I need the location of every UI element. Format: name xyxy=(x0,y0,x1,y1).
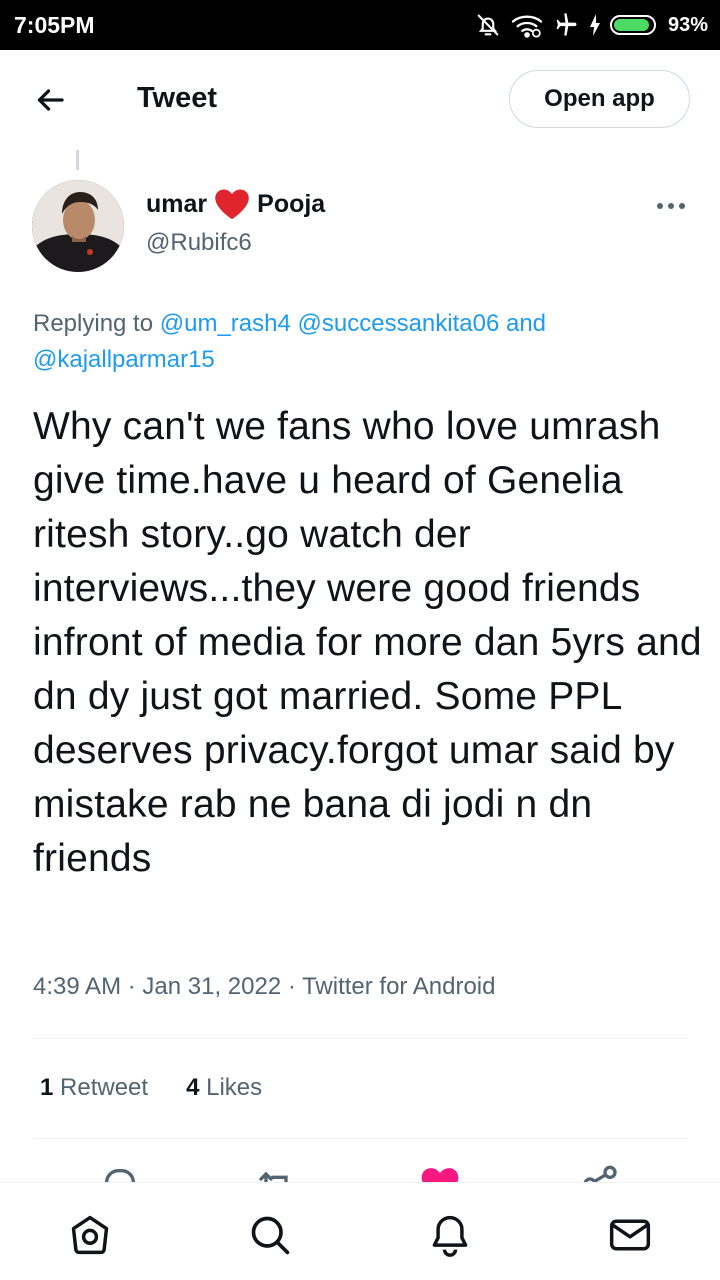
author-name-second: Pooja xyxy=(257,189,326,218)
likes-label: Likes xyxy=(206,1074,263,1101)
tweet-actions xyxy=(0,1164,720,1182)
search-icon[interactable] xyxy=(248,1213,292,1257)
notifications-icon[interactable] xyxy=(428,1213,472,1257)
charging-icon xyxy=(589,14,600,36)
page-title: Tweet xyxy=(137,82,218,114)
author-name[interactable]: umar Pooja xyxy=(146,188,325,220)
retweets-count: 1 xyxy=(40,1074,54,1101)
tweet-meta[interactable]: 4:39 AM · Jan 31, 2022 · Twitter for And… xyxy=(33,973,495,1001)
wifi-icon xyxy=(511,15,543,38)
battery-icon xyxy=(609,15,656,35)
divider xyxy=(33,1138,688,1139)
status-bar: 7:05PM 93% xyxy=(0,0,720,50)
author-handle[interactable]: @Rubifc6 xyxy=(146,229,252,257)
retweets-label: Retweet xyxy=(60,1074,149,1101)
back-arrow-icon[interactable] xyxy=(32,82,68,118)
share-icon[interactable] xyxy=(580,1164,620,1182)
battery-fill xyxy=(613,19,650,31)
battery-percent: 93% xyxy=(667,13,708,36)
messages-icon[interactable] xyxy=(608,1213,652,1257)
likes-stat[interactable]: 4 Likes xyxy=(186,1074,262,1102)
status-time: 7:05PM xyxy=(14,12,95,38)
replying-prefix: Replying to xyxy=(33,310,154,337)
airplane-icon xyxy=(556,13,577,36)
reply-icon[interactable] xyxy=(100,1164,140,1182)
more-options-icon[interactable] xyxy=(654,192,688,220)
thread-line xyxy=(76,150,79,170)
like-icon[interactable] xyxy=(420,1164,460,1182)
bottom-nav xyxy=(0,1182,720,1280)
retweet-icon[interactable] xyxy=(256,1164,296,1182)
open-app-button[interactable]: Open app xyxy=(509,70,690,128)
heart-emoji-icon xyxy=(215,189,249,220)
tweet-text: Why can't we fans who love umrash give t… xyxy=(33,405,702,880)
status-icons: 93% xyxy=(474,10,708,40)
tweet-stats: 1 Retweet 4 Likes xyxy=(40,1074,262,1102)
avatar[interactable] xyxy=(32,180,124,272)
retweets-stat[interactable]: 1 Retweet xyxy=(40,1074,148,1102)
mention-link[interactable]: @successankita06 xyxy=(298,310,500,337)
home-icon[interactable] xyxy=(68,1213,112,1257)
replying-and[interactable]: and xyxy=(506,310,546,337)
avatar-image xyxy=(32,180,124,272)
divider xyxy=(33,1038,688,1039)
mention-link[interactable]: @kajallparmar15 xyxy=(33,346,215,373)
bell-muted-icon xyxy=(477,14,499,36)
author-name-first: umar xyxy=(146,189,208,218)
replying-to: Replying to @um_rash4 @successankita06 a… xyxy=(33,306,693,378)
mention-link[interactable]: @um_rash4 xyxy=(160,310,291,337)
header: Tweet Open app xyxy=(0,50,720,148)
likes-count: 4 xyxy=(186,1074,200,1101)
